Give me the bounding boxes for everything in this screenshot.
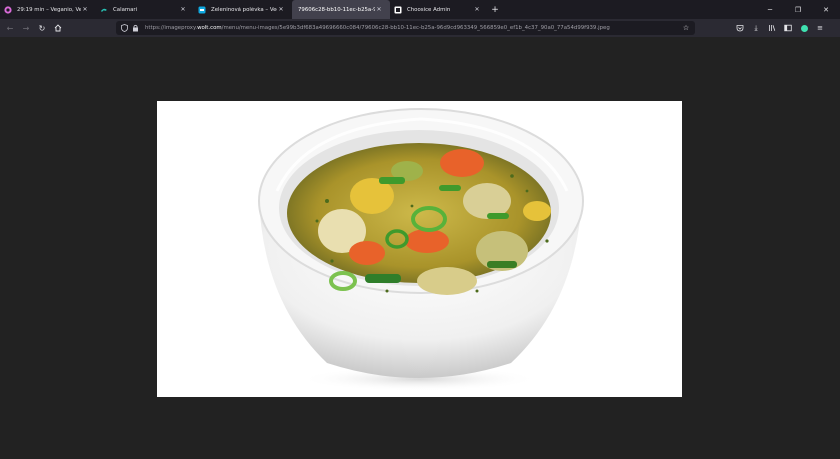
reload-icon[interactable]: ↻ [34, 20, 50, 36]
new-tab-button[interactable]: + [488, 0, 502, 19]
tab-title: Calamari [113, 6, 138, 13]
shield-icon[interactable] [120, 24, 129, 33]
calamari-icon [100, 6, 108, 14]
sidebar-icon[interactable] [780, 20, 796, 36]
bookmark-star-icon[interactable]: ☆ [681, 24, 691, 32]
extension-icon[interactable] [796, 20, 812, 36]
close-icon[interactable]: ✕ [375, 6, 383, 13]
url-text[interactable]: https://imageproxy.wolt.com/menu/menu-im… [145, 25, 681, 31]
home-icon[interactable] [50, 20, 66, 36]
tab-zeleninova-polevka[interactable]: Zeleninová polévka – Veganio ✕ [194, 0, 292, 19]
download-icon[interactable]: ⤓ [748, 20, 764, 36]
window-controls: ─ ❐ ✕ [756, 0, 840, 19]
close-icon[interactable]: ✕ [179, 6, 187, 13]
vegetable-soup-bowl-image [258, 108, 584, 391]
soup-image[interactable] [157, 101, 682, 397]
tab-image-active[interactable]: 79606c28-bb10-11ec-b25a-96d9cd ✕ [292, 0, 390, 19]
tab-title: 29:19 min – Veganio, Veganio – [17, 6, 81, 13]
tab-calamari[interactable]: Calamari ✕ [96, 0, 194, 19]
tab-title: Choosice Admin [407, 6, 451, 13]
restore-icon[interactable]: ❐ [784, 0, 812, 19]
admin-icon [394, 6, 402, 14]
url-prefix: https://imageproxy. [145, 25, 198, 31]
pocket-icon[interactable] [732, 20, 748, 36]
nav-bar: ← → ↻ https://imageproxy.wolt.com/menu/m… [0, 19, 840, 37]
tab-strip: 29:19 min – Veganio, Veganio – ✕ Calamar… [0, 0, 840, 19]
image-viewer [0, 37, 840, 459]
close-icon[interactable]: ✕ [473, 6, 481, 13]
tab-choosice-admin[interactable]: Choosice Admin ✕ [390, 0, 488, 19]
close-icon[interactable]: ✕ [277, 6, 285, 13]
url-bar[interactable]: https://imageproxy.wolt.com/menu/menu-im… [116, 21, 695, 35]
close-icon[interactable]: ✕ [81, 6, 89, 13]
minimize-icon[interactable]: ─ [756, 0, 784, 19]
wolt-icon [198, 6, 206, 14]
lock-icon[interactable] [131, 24, 140, 33]
library-icon[interactable] [764, 20, 780, 36]
url-path: /menu/menu-images/5e99b3df683a49696660c0… [221, 25, 610, 31]
toolbar-right: ⤓ ≡ [732, 20, 828, 36]
wolt-icon [4, 5, 12, 14]
url-domain: wolt.com [197, 25, 222, 31]
forward-arrow-icon[interactable]: → [18, 20, 34, 36]
back-arrow-icon[interactable]: ← [2, 20, 18, 36]
menu-icon[interactable]: ≡ [812, 20, 828, 36]
close-window-icon[interactable]: ✕ [812, 0, 840, 19]
tab-veganio[interactable]: 29:19 min – Veganio, Veganio – ✕ [0, 0, 96, 19]
tab-title: 79606c28-bb10-11ec-b25a-96d9cd [298, 6, 375, 13]
tab-title: Zeleninová polévka – Veganio [211, 6, 277, 13]
